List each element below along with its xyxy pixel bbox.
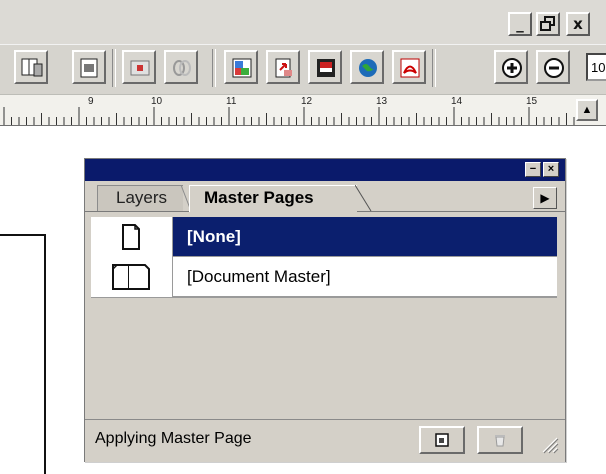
frame-button[interactable] (122, 50, 156, 84)
zoom-level-field[interactable]: 10 (586, 53, 606, 81)
export-icon (80, 58, 98, 78)
palette-titlebar[interactable]: − × (85, 159, 565, 181)
palette-minimize-button[interactable]: − (525, 162, 541, 177)
tab-edge (355, 185, 372, 212)
toolbar-separator (212, 49, 216, 87)
new-master-icon (435, 433, 449, 447)
globe-button[interactable] (350, 50, 384, 84)
palette-menu-button[interactable]: ▶ (533, 187, 557, 209)
restore-icon (540, 16, 555, 31)
ruler-label: 14 (451, 96, 463, 107)
ruler-label: 12 (301, 96, 313, 107)
master-pages-palette: − × Layers Master Pages ▶ [None] [Docume… (84, 158, 566, 462)
ruler-label: 13 (376, 96, 388, 107)
acrobat-icon (400, 58, 420, 78)
acrobat-button[interactable] (392, 50, 426, 84)
list-item-label: [Document Master] (187, 267, 331, 286)
horizontal-ruler: 9 10 11 12 13 14 15 ▲ (0, 94, 606, 126)
trash-icon (495, 435, 505, 447)
minimize-window-button[interactable]: _ (508, 12, 532, 36)
window-titlebar: _ x (0, 0, 606, 44)
pages-icon (21, 58, 43, 77)
link-icon (173, 60, 191, 76)
pdf-export-button[interactable] (266, 50, 300, 84)
export-button[interactable] (72, 50, 106, 84)
page-boundary (0, 234, 46, 474)
master-pages-list: [None] [Document Master] (91, 217, 557, 297)
link-button[interactable] (164, 50, 198, 84)
tab-layers[interactable]: Layers (97, 185, 183, 211)
globe-icon (359, 59, 377, 77)
toolbar-separator (432, 49, 436, 87)
list-item-document-master[interactable]: [Document Master] (91, 257, 557, 297)
ruler-scroll-up-button[interactable]: ▲ (576, 99, 598, 121)
new-master-button[interactable] (419, 426, 465, 454)
zoom-out-icon (544, 58, 564, 78)
main-toolbar: 10 (0, 44, 606, 94)
zoom-out-button[interactable] (536, 50, 570, 84)
close-window-button[interactable]: x (566, 12, 590, 36)
ruler-label: 9 (88, 96, 94, 107)
ruler-label: 11 (226, 96, 237, 107)
resize-grip-icon[interactable] (539, 434, 559, 454)
list-item-label: [None] (187, 227, 241, 246)
restore-window-button[interactable] (536, 12, 560, 36)
preview-icon (317, 59, 335, 77)
pages-button[interactable] (14, 50, 48, 84)
toolbar-separator (112, 49, 116, 87)
palette-status-bar: Applying Master Page (85, 419, 565, 462)
palette-close-button[interactable]: × (543, 162, 559, 177)
page-thumbnail (91, 257, 173, 297)
ruler-label: 10 (151, 96, 163, 107)
spread-page-icon (112, 264, 150, 290)
palette-tab-row: Layers Master Pages ▶ (85, 181, 565, 212)
status-text: Applying Master Page (95, 430, 252, 447)
image-button[interactable] (224, 50, 258, 84)
delete-master-button[interactable] (477, 426, 523, 454)
preview-button[interactable] (308, 50, 342, 84)
page-thumbnail (91, 217, 173, 257)
ruler-label: 15 (526, 96, 538, 107)
frame-icon (130, 60, 150, 76)
zoom-in-button[interactable] (494, 50, 528, 84)
image-icon (232, 58, 252, 78)
single-page-icon (122, 224, 140, 250)
zoom-in-icon (502, 58, 522, 78)
ruler-ticks (3, 107, 575, 125)
list-item-none[interactable]: [None] (91, 217, 557, 257)
tab-master-pages[interactable]: Master Pages (189, 185, 357, 212)
pdf-export-icon (275, 58, 292, 78)
list-empty-area (91, 297, 557, 416)
